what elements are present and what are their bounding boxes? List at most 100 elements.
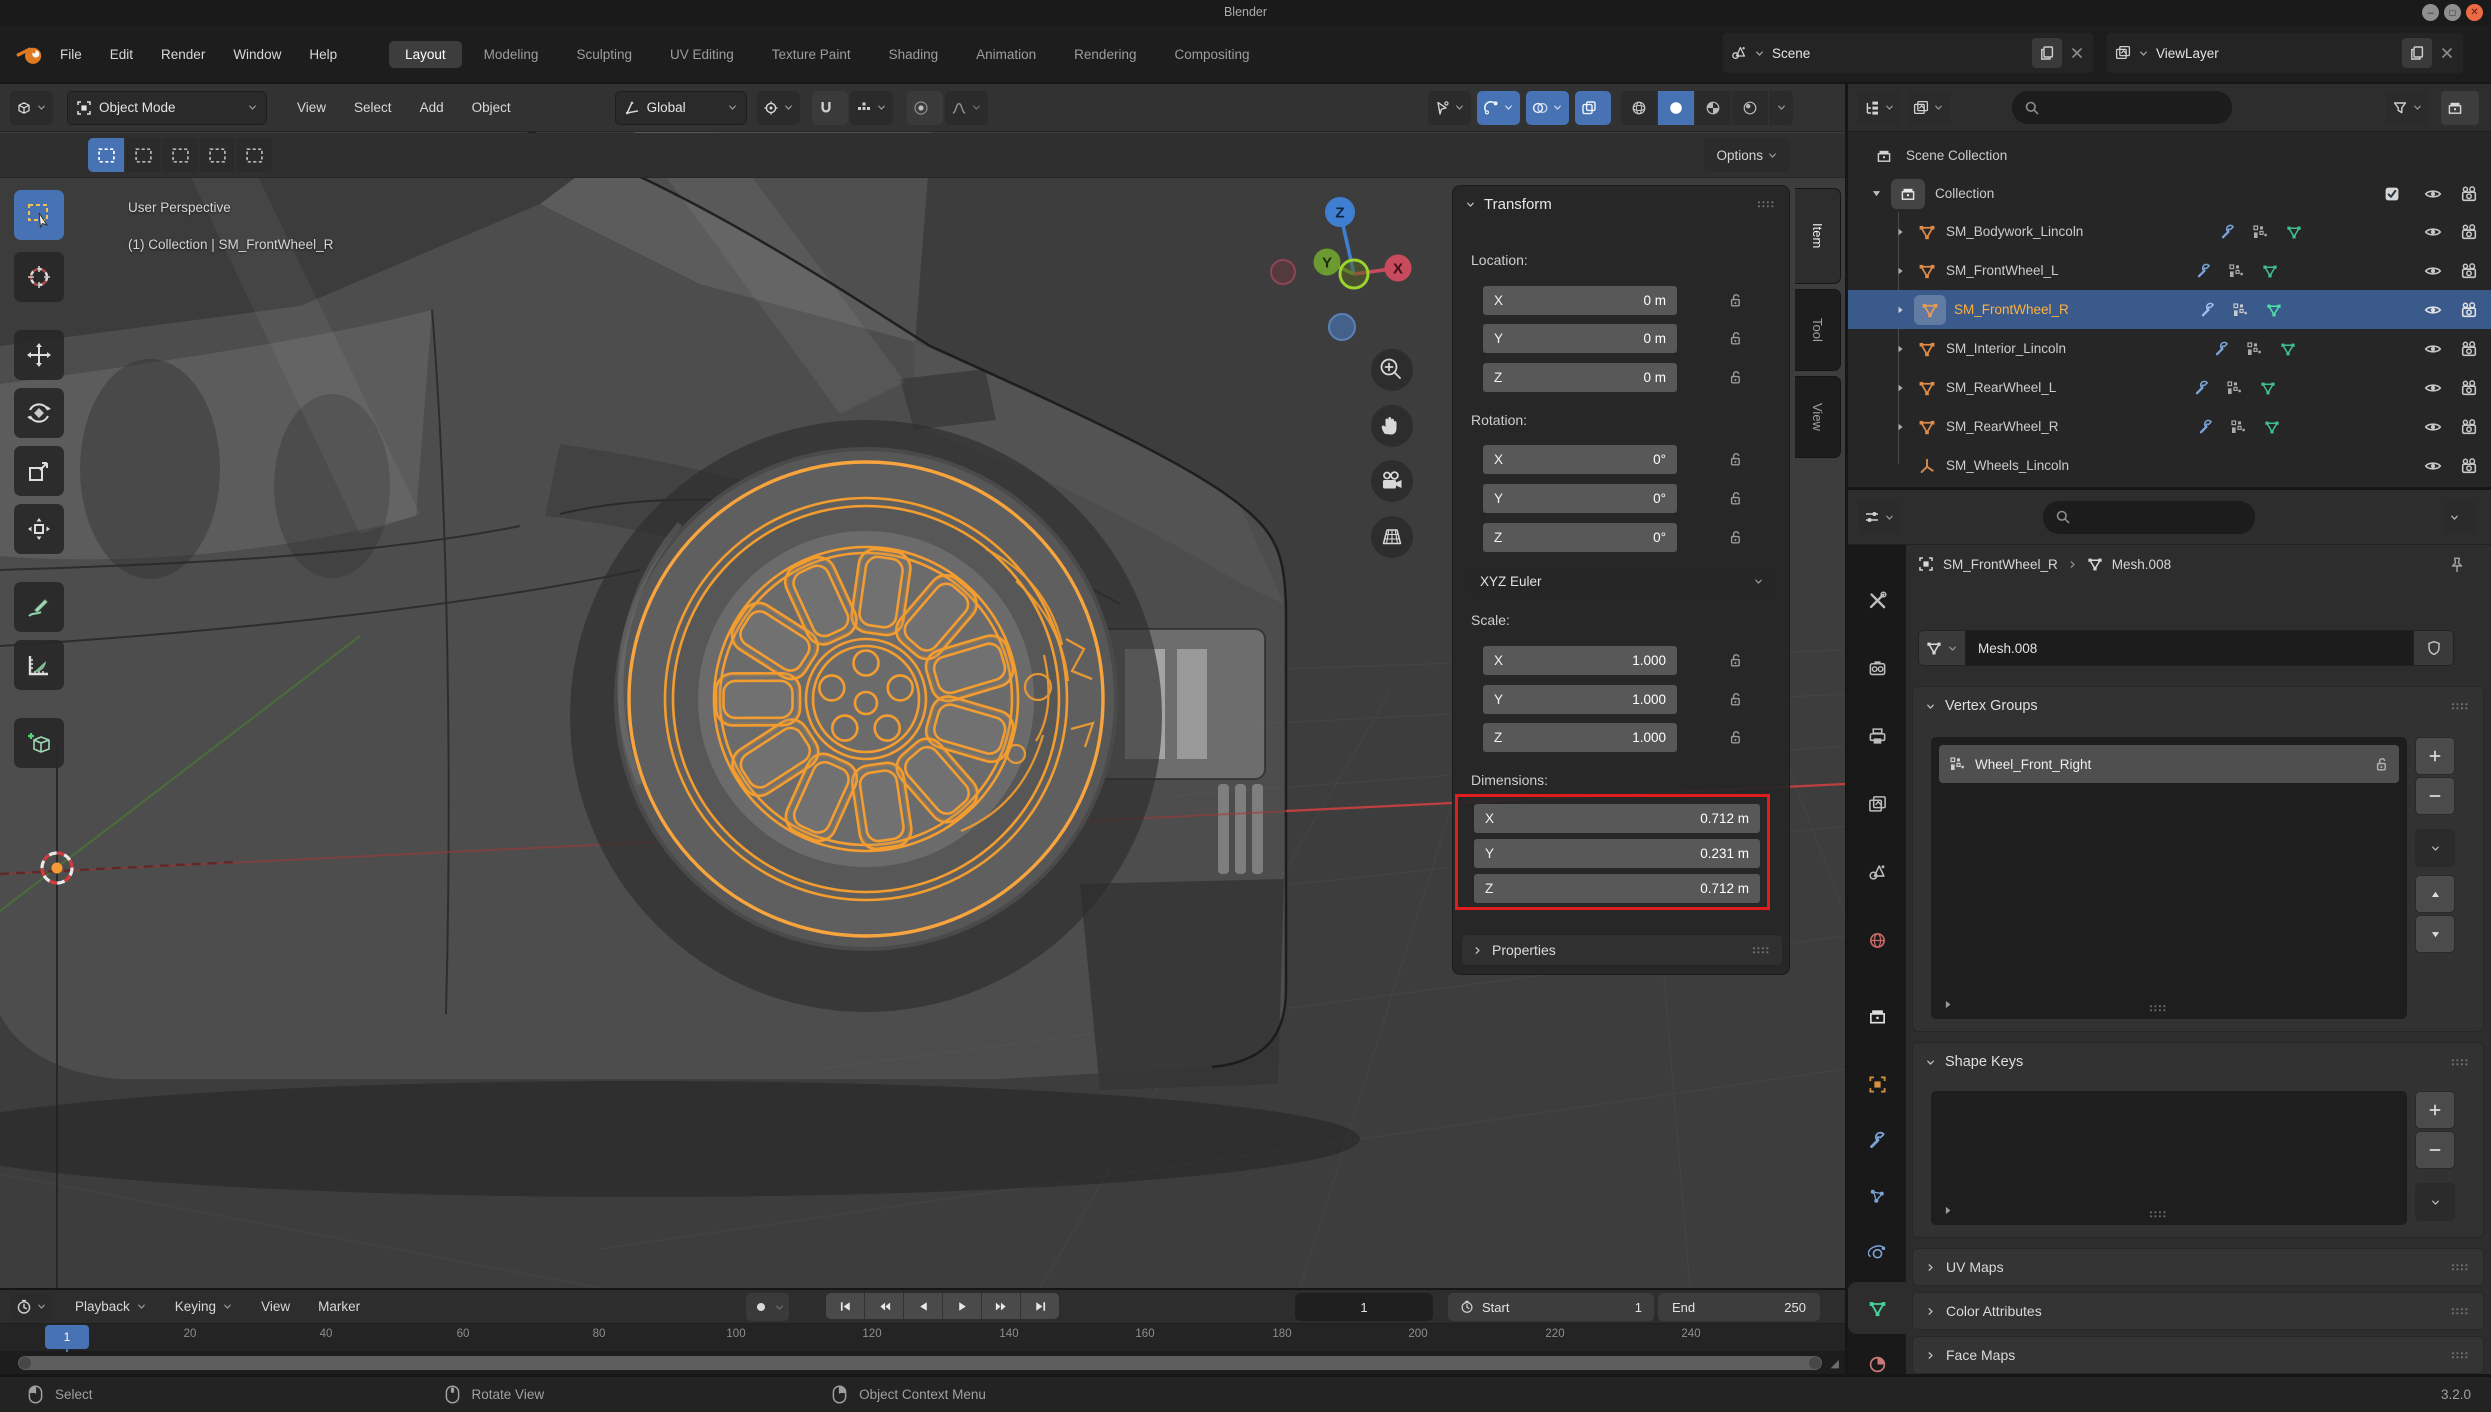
- select-mode-new-button[interactable]: [88, 138, 124, 172]
- camera-view-button[interactable]: [1371, 460, 1413, 502]
- workspace-tab-uv-editing[interactable]: UV Editing: [654, 41, 750, 68]
- rotation-z-lock-icon[interactable]: [1727, 529, 1743, 545]
- row-object-rearwheel-l[interactable]: SM_RearWheel_L: [1848, 368, 2491, 407]
- scene-name[interactable]: Scene: [1772, 46, 2025, 61]
- scene-unlink-icon[interactable]: [2069, 45, 2085, 61]
- shape-keys-collapse-icon[interactable]: [1925, 1057, 1936, 1068]
- shape-key-add-button[interactable]: [2415, 1091, 2455, 1129]
- location-y-field[interactable]: Y0 m: [1483, 324, 1677, 353]
- outliner-search-input[interactable]: [2012, 91, 2232, 124]
- workspace-tab-layout[interactable]: Layout: [389, 41, 462, 68]
- tool-annotate[interactable]: [14, 582, 64, 632]
- collection-eye-icon[interactable]: [2424, 185, 2442, 203]
- workspace-tab-shading[interactable]: Shading: [873, 41, 955, 68]
- eye-icon[interactable]: [2424, 457, 2442, 475]
- mesh-data-icon[interactable]: [2266, 302, 2282, 318]
- eye-icon[interactable]: [2424, 223, 2442, 241]
- shape-key-remove-button[interactable]: [2415, 1131, 2455, 1169]
- frame-start-field[interactable]: Start 1: [1448, 1293, 1654, 1321]
- tab-tool[interactable]: [1848, 574, 1906, 626]
- scale-x-lock-icon[interactable]: [1727, 652, 1743, 668]
- modifier-icon[interactable]: [2232, 302, 2248, 318]
- mesh-data-icon[interactable]: [2286, 224, 2302, 240]
- timeline-menu-view[interactable]: View: [247, 1299, 304, 1314]
- xray-toggle[interactable]: [1575, 91, 1611, 125]
- eye-icon[interactable]: [2424, 301, 2442, 319]
- shading-solid-button[interactable]: [1658, 91, 1694, 125]
- tool-transform[interactable]: [14, 504, 64, 554]
- modifier-icon[interactable]: [2230, 419, 2246, 435]
- location-x-field[interactable]: X0 m: [1483, 286, 1677, 315]
- sidebar-tab-tool[interactable]: Tool: [1795, 289, 1841, 371]
- corner-resize-grip[interactable]: ◢: [1831, 1357, 1839, 1370]
- perspective-toggle-button[interactable]: [1371, 516, 1413, 558]
- wrench-icon[interactable]: [2194, 380, 2210, 396]
- scale-y-lock-icon[interactable]: [1727, 691, 1743, 707]
- fake-user-button[interactable]: [2414, 630, 2454, 666]
- tool-rotate[interactable]: [14, 388, 64, 438]
- vertex-group-row[interactable]: Wheel_Front_Right: [1939, 745, 2399, 783]
- camera-icon[interactable]: [2460, 223, 2478, 241]
- scene-selector[interactable]: Scene: [1722, 32, 2094, 74]
- maximize-button[interactable]: ▢: [2444, 4, 2461, 21]
- viewlayer-new-icon[interactable]: [2402, 38, 2432, 68]
- mesh-datablock-browse[interactable]: [1918, 630, 1966, 666]
- zoom-button[interactable]: [1371, 349, 1413, 391]
- select-mode-extend-button[interactable]: [125, 138, 161, 172]
- modifier-icon[interactable]: [2228, 263, 2244, 279]
- menu-render[interactable]: Render: [147, 47, 219, 62]
- outliner-filter-button[interactable]: [2386, 91, 2429, 125]
- eye-icon[interactable]: [2424, 379, 2442, 397]
- viewlayer-browse-chevron-icon[interactable]: [2138, 48, 2149, 59]
- vertex-group-specials-button[interactable]: [2415, 829, 2455, 867]
- scale-z-lock-icon[interactable]: [1727, 729, 1743, 745]
- gizmo-axis-z-neg[interactable]: [1329, 314, 1355, 340]
- scene-new-icon[interactable]: [2032, 38, 2062, 68]
- playhead[interactable]: 1: [45, 1325, 89, 1349]
- transform-collapse-icon[interactable]: [1465, 199, 1476, 210]
- transform-panel-title[interactable]: Transform: [1484, 196, 1552, 213]
- tab-object-data[interactable]: [1848, 1282, 1906, 1334]
- color-attributes-panel[interactable]: Color Attributes: [1912, 1292, 2484, 1330]
- row-object-wheels-empty[interactable]: SM_Wheels_Lincoln: [1848, 446, 2491, 485]
- shape-keys-title[interactable]: Shape Keys: [1945, 1054, 2023, 1070]
- snap-settings-dropdown[interactable]: [850, 91, 893, 125]
- gizmo-axis-x-neg[interactable]: [1271, 260, 1295, 284]
- eye-icon[interactable]: [2424, 340, 2442, 358]
- tool-scale[interactable]: [14, 446, 64, 496]
- shape-keys-list[interactable]: [1931, 1091, 2407, 1225]
- tab-render[interactable]: [1848, 642, 1906, 694]
- uv-maps-panel[interactable]: UV Maps: [1912, 1248, 2484, 1286]
- tool-add-cube[interactable]: [14, 718, 64, 768]
- properties-subpanel[interactable]: Properties: [1461, 934, 1783, 966]
- vertex-group-add-button[interactable]: [2415, 737, 2455, 775]
- select-mode-intersect-button[interactable]: [236, 138, 272, 172]
- sidebar-tab-view[interactable]: View: [1795, 376, 1841, 458]
- camera-icon[interactable]: [2460, 418, 2478, 436]
- properties-expand-icon[interactable]: [1472, 945, 1483, 956]
- jump-to-end-button[interactable]: [1021, 1293, 1059, 1319]
- current-frame-field[interactable]: 1: [1295, 1293, 1433, 1321]
- location-x-lock-icon[interactable]: [1727, 292, 1743, 308]
- modifier-icon[interactable]: [2246, 341, 2262, 357]
- list-expand-icon[interactable]: [1941, 998, 1954, 1011]
- camera-icon[interactable]: [2460, 379, 2478, 397]
- tab-particles[interactable]: [1848, 1170, 1906, 1222]
- mesh-data-icon[interactable]: [2262, 263, 2278, 279]
- play-reverse-button[interactable]: [904, 1293, 942, 1319]
- rotation-x-field[interactable]: X0°: [1483, 445, 1677, 474]
- modifier-icon[interactable]: [2226, 380, 2242, 396]
- scale-x-field[interactable]: X1.000: [1483, 646, 1677, 675]
- scrollbar-left-handle[interactable]: [19, 1357, 31, 1369]
- mesh-data-icon[interactable]: [2280, 341, 2296, 357]
- camera-icon[interactable]: [2460, 262, 2478, 280]
- breadcrumb-object[interactable]: SM_FrontWheel_R: [1943, 557, 2058, 572]
- row-object-frontwheel-r-selected[interactable]: SM_FrontWheel_R: [1848, 290, 2491, 329]
- mesh-datablock-name[interactable]: Mesh.008: [1966, 630, 2414, 666]
- proportional-edit-toggle[interactable]: [907, 91, 943, 125]
- timeline-menu-keying[interactable]: Keying: [161, 1299, 247, 1314]
- rotation-y-field[interactable]: Y0°: [1483, 484, 1677, 513]
- vertex-groups-collapse-icon[interactable]: [1925, 701, 1936, 712]
- timeline-scrollbar[interactable]: [18, 1356, 1822, 1370]
- eye-icon[interactable]: [2424, 262, 2442, 280]
